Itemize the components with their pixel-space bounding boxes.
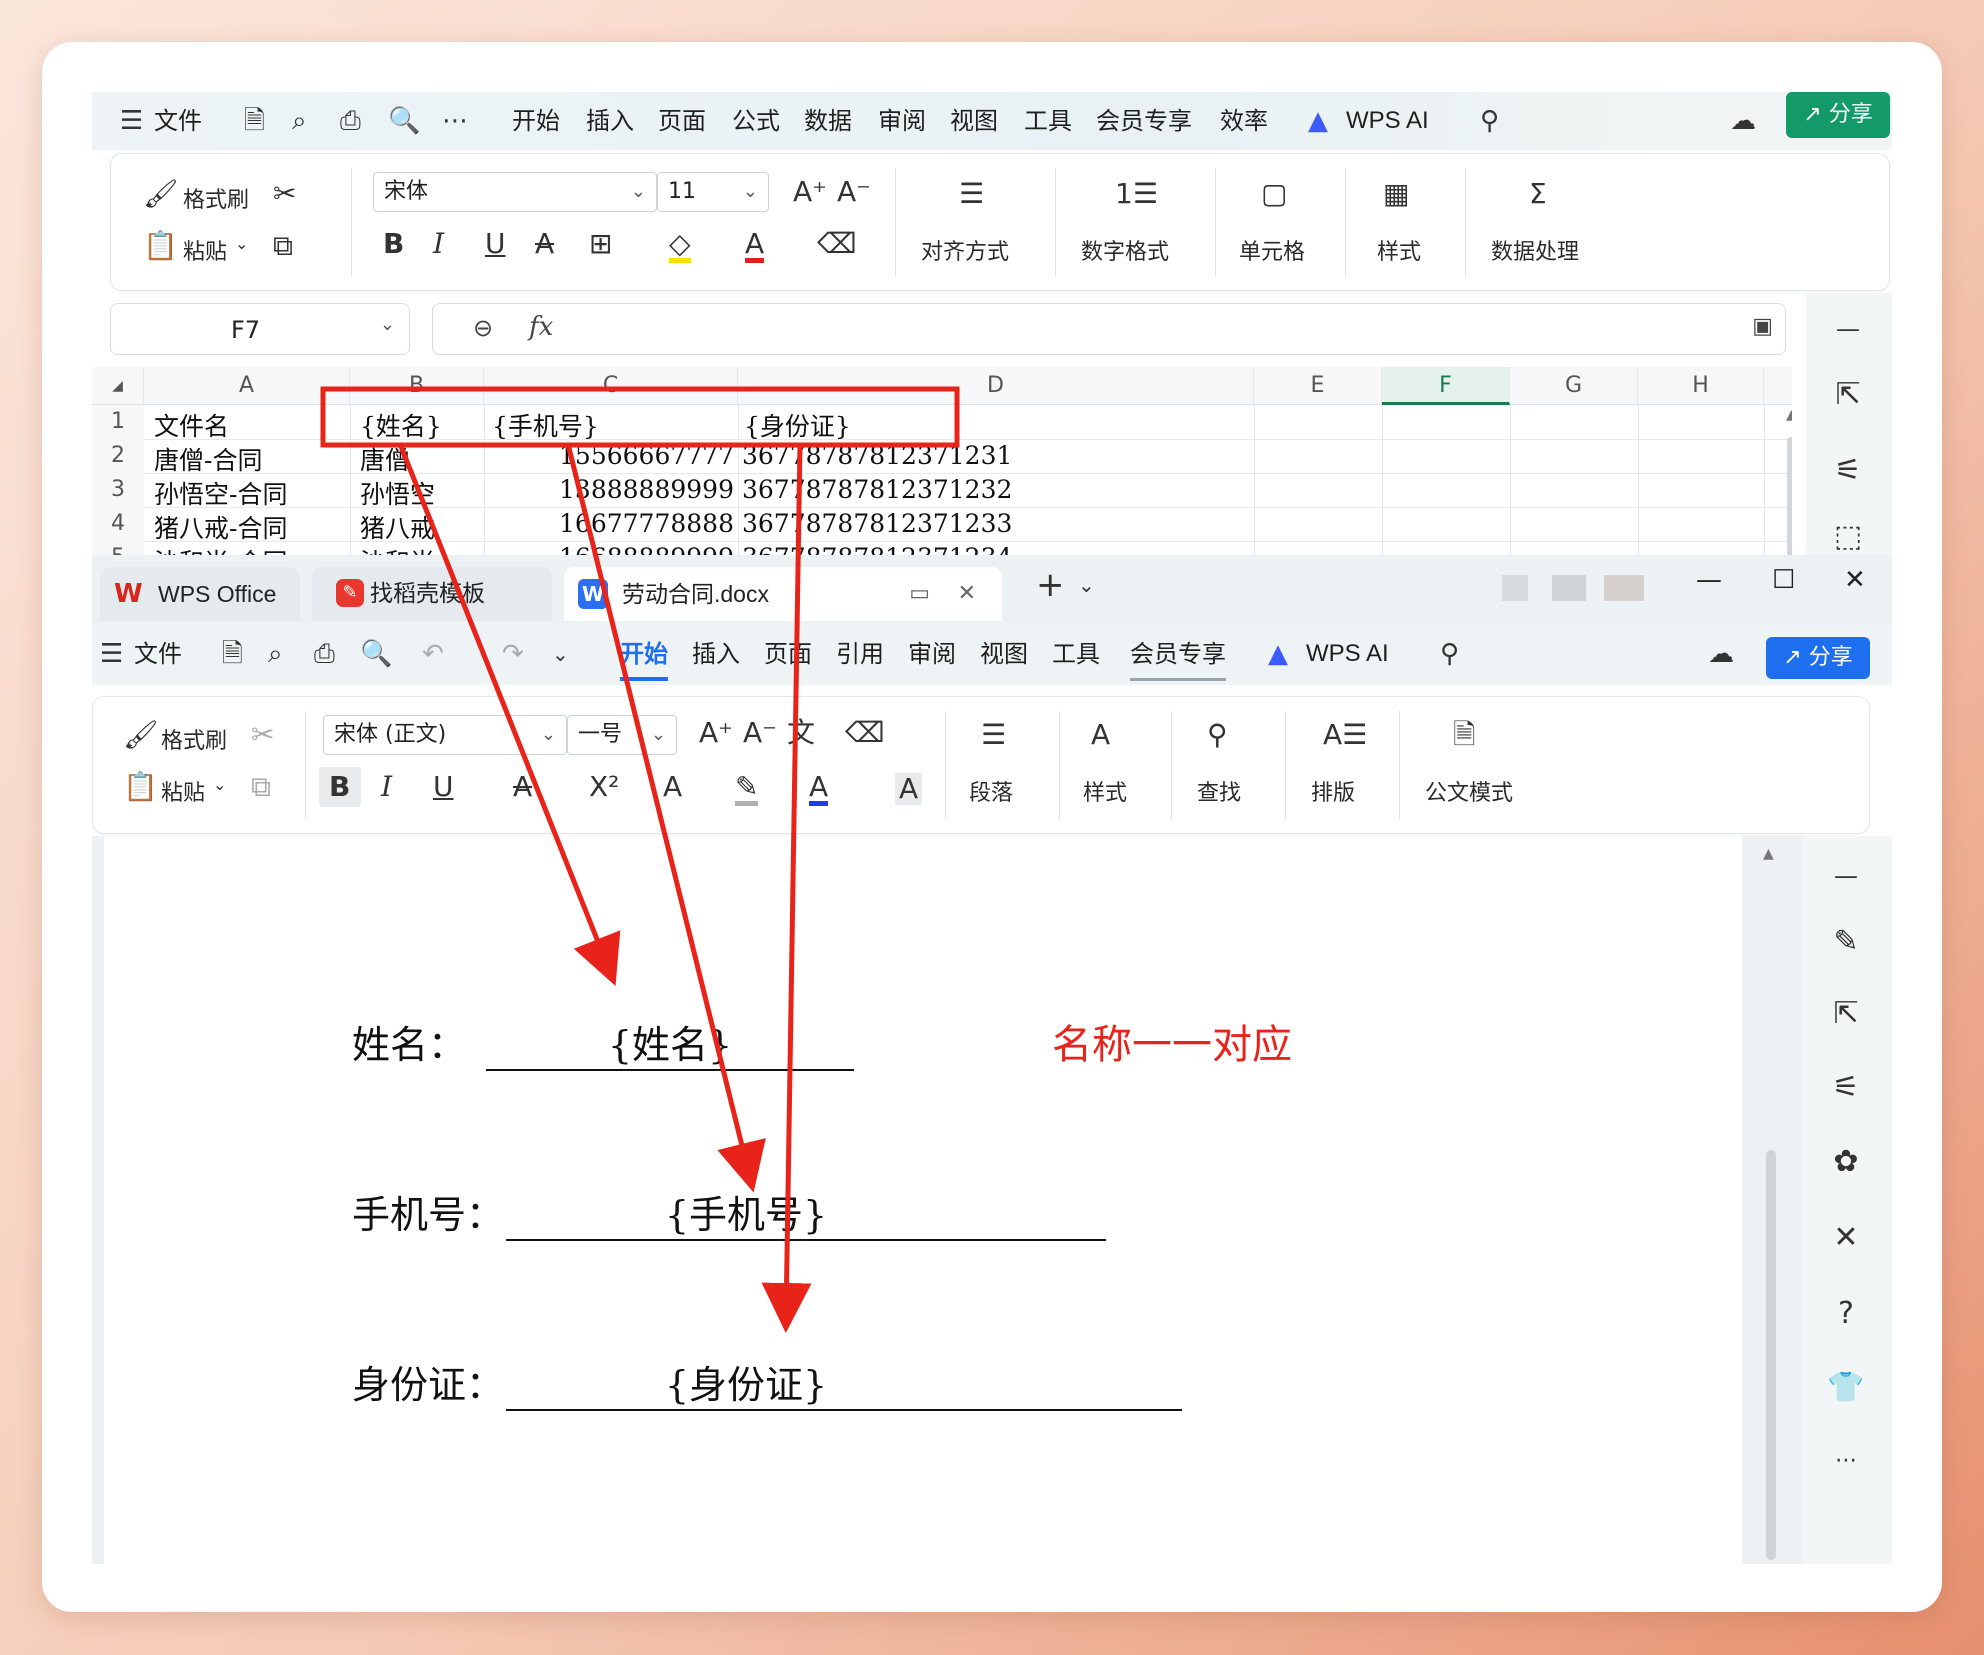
arrow-id <box>761 443 812 1333</box>
header-highlight-box <box>320 386 960 448</box>
annotation-overlay <box>320 386 960 1333</box>
arrow-name <box>397 443 621 986</box>
arrow-phone <box>565 443 766 1193</box>
